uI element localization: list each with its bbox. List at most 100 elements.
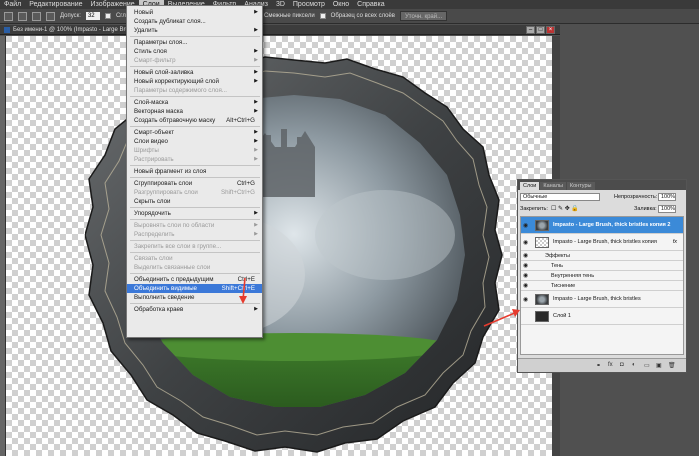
- layer-menu-item-label: Выровнять слои по области: [134, 222, 215, 229]
- fx-icon[interactable]: fx: [608, 362, 613, 368]
- ps-document-icon: [4, 26, 10, 33]
- layer-effect-row[interactable]: ◉ Внутренняя тень: [521, 271, 683, 281]
- opacity-input[interactable]: 100%: [658, 193, 676, 201]
- fx-icon[interactable]: fx: [673, 239, 677, 245]
- layer-menu-item-label: Новый корректирующий слой: [134, 78, 219, 85]
- layer-row[interactable]: ◉ Impasto - Large Brush, thick bristles к…: [521, 217, 683, 234]
- layer-menu-item[interactable]: Создать дубликат слоя...: [127, 17, 262, 26]
- layer-row[interactable]: ◉ Impasto - Large Brush, thick bristles к…: [521, 234, 683, 251]
- visibility-eye-icon[interactable]: ◉: [523, 296, 531, 304]
- menu-separator: [130, 207, 260, 208]
- new-layer-icon[interactable]: ▣: [656, 362, 662, 369]
- layer-effect-row[interactable]: ◉ Тень: [521, 261, 683, 271]
- layer-menu-item[interactable]: Новый корректирующий слой ▶: [127, 77, 262, 86]
- menu-separator: [130, 165, 260, 166]
- layer-menu-item[interactable]: Удалить ▶: [127, 26, 262, 35]
- tolerance-input[interactable]: 32: [85, 12, 100, 20]
- layer-menu-item[interactable]: Выполнить сведение: [127, 293, 262, 302]
- visibility-eye-icon[interactable]: ◉: [523, 252, 531, 260]
- layer-menu-item[interactable]: Объединить с предыдущим Ctrl+E: [127, 275, 262, 284]
- lock-icons[interactable]: ☐ ✎ ✥ 🔒: [551, 205, 579, 212]
- trash-icon[interactable]: 🗑: [668, 362, 676, 369]
- layer-menu-item[interactable]: Новый слой-заливка ▶: [127, 68, 262, 77]
- menu-10[interactable]: Справка: [353, 0, 388, 9]
- layer-menu-item[interactable]: Стиль слоя ▶: [127, 47, 262, 56]
- layer-menu-item-label: Создать обтравочную маску: [134, 117, 216, 124]
- menu-separator: [130, 303, 260, 304]
- close-icon[interactable]: ×: [546, 26, 555, 34]
- blend-mode-select[interactable]: Обычные: [520, 193, 600, 201]
- layer-thumbnail: [535, 294, 549, 305]
- vertical-ruler: [0, 36, 6, 456]
- layer-menu-item[interactable]: Создать обтравочную маску Alt+Ctrl+G: [127, 116, 262, 125]
- visibility-eye-icon[interactable]: ◉: [523, 222, 531, 230]
- visibility-eye-icon[interactable]: ◉: [523, 282, 531, 290]
- layer-row[interactable]: Слой 1: [521, 308, 683, 325]
- folder-icon[interactable]: ▭: [644, 362, 650, 369]
- layer-menu-item-label: Обработка краев: [134, 306, 184, 313]
- mask-icon[interactable]: ◘: [620, 362, 624, 368]
- layer-menu-item[interactable]: Объединить видимые Shift+Ctrl+E: [127, 284, 262, 293]
- layer-menu-item[interactable]: Векторная маска ▶: [127, 107, 262, 116]
- layer-menu-item[interactable]: Упорядочить ▶: [127, 209, 262, 218]
- subtract-selection-icon[interactable]: [46, 11, 55, 21]
- all-layers-checkbox[interactable]: [319, 13, 326, 19]
- visibility-eye-icon[interactable]: [523, 313, 531, 321]
- layer-effect-row[interactable]: ◉ Тиснение: [521, 281, 683, 291]
- layer-menu-item-label: Слои видео: [134, 138, 169, 145]
- layer-menu-item: Растрировать ▶: [127, 155, 262, 164]
- layer-name: Тень: [551, 262, 564, 269]
- layer-menu-item[interactable]: Обработка краев ▶: [127, 305, 262, 314]
- link-icon[interactable]: ⚭: [596, 362, 601, 369]
- layer-menu-item: Закрепить все слои в группе...: [127, 242, 262, 251]
- submenu-arrow-icon: ▶: [254, 69, 258, 75]
- menu-1[interactable]: Редактирование: [25, 0, 86, 9]
- fill-input[interactable]: 100%: [658, 205, 676, 213]
- layer-menu-item-label: Новый фрагмент из слоя: [134, 168, 207, 175]
- menu-0[interactable]: Файл: [0, 0, 25, 9]
- layer-menu-item[interactable]: Смарт-объект ▶: [127, 128, 262, 137]
- layer-menu-item: Распределить ▶: [127, 230, 262, 239]
- layer-menu-item[interactable]: Параметры слоя...: [127, 38, 262, 47]
- refine-edge-button[interactable]: Уточн. край...: [400, 11, 448, 21]
- layer-menu-item[interactable]: Скрыть слои: [127, 197, 262, 206]
- layer-menu-item-label: Смарт-фильтр: [134, 57, 176, 64]
- smoothing-checkbox[interactable]: [104, 13, 111, 19]
- wand-tool-icon[interactable]: [4, 11, 13, 21]
- menu-separator: [130, 219, 260, 220]
- submenu-arrow-icon: ▶: [254, 147, 258, 153]
- adjustment-icon[interactable]: ◐: [632, 362, 636, 368]
- visibility-eye-icon[interactable]: ◉: [523, 239, 531, 247]
- layer-menu-item[interactable]: Новый ▶: [127, 8, 262, 17]
- maximize-icon[interactable]: □: [536, 26, 545, 34]
- layer-menu-item[interactable]: Слой-маска ▶: [127, 98, 262, 107]
- minimize-icon[interactable]: –: [526, 26, 535, 34]
- visibility-eye-icon[interactable]: ◉: [523, 262, 531, 270]
- layer-menu-item: Разгруппировать слои Shift+Ctrl+G: [127, 188, 262, 197]
- layer-effect-row[interactable]: ◉ Эффекты: [521, 251, 683, 261]
- submenu-arrow-icon: ▶: [254, 27, 258, 33]
- layer-menu-item: Параметры содержимого слоя...: [127, 86, 262, 95]
- new-selection-icon[interactable]: [18, 11, 27, 21]
- layer-menu-item[interactable]: Сгруппировать слои Ctrl+G: [127, 179, 262, 188]
- layer-row[interactable]: ◉ Impasto - Large Brush, thick bristles: [521, 291, 683, 308]
- panel-tabs: Слои Каналы Контуры: [518, 180, 686, 190]
- panel-tab[interactable]: Контуры: [566, 182, 595, 190]
- visibility-eye-icon[interactable]: ◉: [523, 272, 531, 280]
- layer-menu-item[interactable]: Новый фрагмент из слоя: [127, 167, 262, 176]
- layer-menu-item-label: Векторная маска: [134, 108, 183, 115]
- panel-tab[interactable]: Каналы: [540, 182, 566, 190]
- submenu-arrow-icon: ▶: [254, 48, 258, 54]
- submenu-arrow-icon: ▶: [254, 57, 258, 63]
- layer-menu-item-label: Удалить: [134, 27, 158, 34]
- menu-separator: [130, 252, 260, 253]
- menu-9[interactable]: Окно: [329, 0, 353, 9]
- opacity-label: Непрозрачность:: [614, 194, 658, 200]
- all-layers-label: Образец со всех слоёв: [330, 13, 395, 19]
- layer-menu-item[interactable]: Слои видео ▶: [127, 137, 262, 146]
- panel-tab[interactable]: Слои: [520, 182, 540, 190]
- menu-8[interactable]: Просмотр: [289, 0, 329, 9]
- menu-7[interactable]: 3D: [272, 0, 289, 9]
- add-selection-icon[interactable]: [32, 11, 41, 21]
- document-tab[interactable]: Без имени-1 @ 100% (Impasto - Large Brus…: [0, 25, 560, 35]
